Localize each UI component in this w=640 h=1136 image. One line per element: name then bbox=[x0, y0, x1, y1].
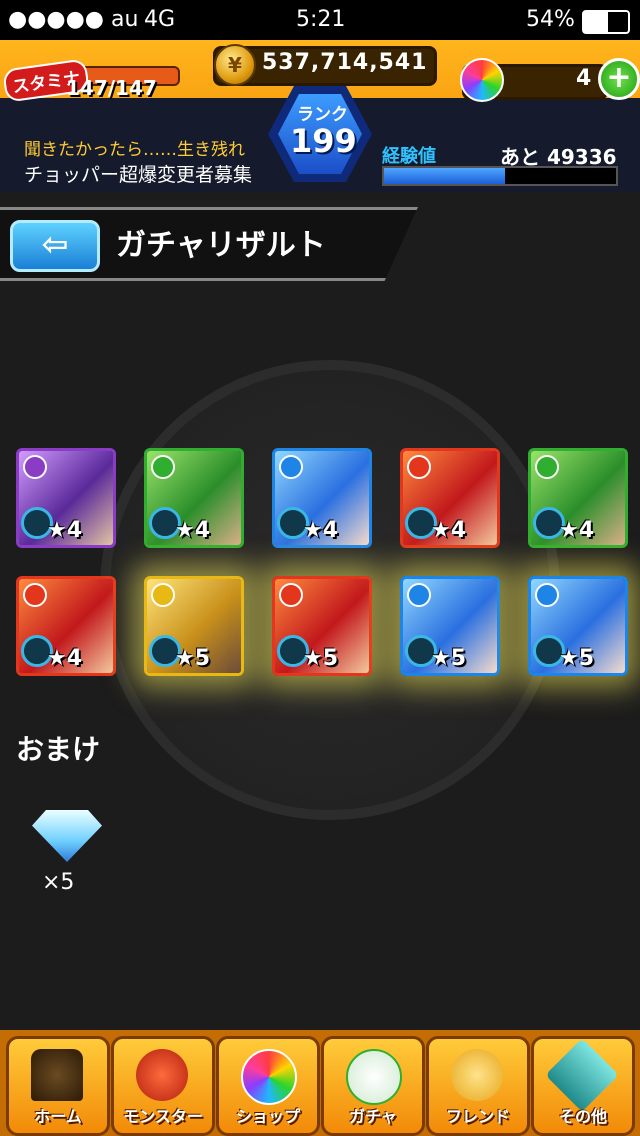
rarity-stars: ★4 bbox=[175, 518, 211, 543]
nav-label: ショップ bbox=[235, 1107, 300, 1126]
monster-card[interactable]: ★5 bbox=[528, 576, 628, 676]
nav-friends-button[interactable]: フレンド bbox=[426, 1036, 530, 1136]
wood-element-icon bbox=[535, 455, 559, 479]
wood-element-icon bbox=[151, 455, 175, 479]
bonus-label: おまけ bbox=[16, 733, 101, 766]
coin-icon: ¥ bbox=[214, 44, 256, 86]
network-label: 4G bbox=[144, 7, 176, 32]
home-gate-icon bbox=[31, 1049, 83, 1101]
battery-percent: 54% bbox=[526, 7, 575, 32]
message-title: 聞きたかったら……生き残れ bbox=[24, 140, 245, 160]
monster-card[interactable]: ★5 bbox=[144, 576, 244, 676]
buy-orbs-button[interactable]: + bbox=[598, 58, 640, 100]
battery-icon bbox=[582, 10, 630, 34]
rarity-stars: ★5 bbox=[431, 646, 467, 671]
fire-element-icon bbox=[23, 583, 47, 607]
orb-icon bbox=[460, 58, 504, 102]
rarity-stars: ★4 bbox=[559, 518, 595, 543]
back-button[interactable]: ⇦ bbox=[10, 220, 100, 272]
monster-card[interactable]: ★4 bbox=[400, 448, 500, 548]
light-element-icon bbox=[151, 583, 175, 607]
monster-card[interactable]: ★4 bbox=[528, 448, 628, 548]
water-element-icon bbox=[279, 455, 303, 479]
monster-card[interactable]: ★5 bbox=[272, 576, 372, 676]
nav-label: ガチャ bbox=[349, 1107, 397, 1126]
monster-card[interactable]: ★4 bbox=[16, 448, 116, 548]
friends-icon bbox=[451, 1049, 503, 1101]
stamina-value: 147/147 bbox=[66, 76, 157, 100]
fire-element-icon bbox=[279, 583, 303, 607]
exp-bar bbox=[382, 166, 618, 186]
page-title: ガチャリザルト bbox=[116, 228, 326, 263]
orb-value: 4 bbox=[576, 66, 592, 91]
coin-value: 537,714,541 bbox=[262, 50, 428, 75]
status-bar: ●●●●● au 4G 5:21 54% bbox=[0, 0, 640, 40]
water-element-icon bbox=[535, 583, 559, 607]
rarity-stars: ★5 bbox=[559, 646, 595, 671]
egg-icon bbox=[346, 1049, 402, 1105]
bonus-quantity: ×5 bbox=[42, 870, 75, 895]
nav-label: モンスター bbox=[123, 1107, 203, 1126]
rank-value: 199 bbox=[290, 122, 357, 160]
nav-orb-button[interactable]: ショップ bbox=[216, 1036, 320, 1136]
monster-card[interactable]: ★4 bbox=[16, 576, 116, 676]
nav-other-button[interactable]: その他 bbox=[531, 1036, 635, 1136]
nav-label: その他 bbox=[558, 1107, 607, 1126]
nav-egg-button[interactable]: ガチャ bbox=[321, 1036, 425, 1136]
nav-monster-button[interactable]: モンスター bbox=[111, 1036, 215, 1136]
rarity-stars: ★4 bbox=[47, 518, 83, 543]
other-icon bbox=[545, 1038, 619, 1112]
rarity-stars: ★4 bbox=[303, 518, 339, 543]
monster-card[interactable]: ★5 bbox=[400, 576, 500, 676]
monster-card[interactable]: ★4 bbox=[272, 448, 372, 548]
water-element-icon bbox=[407, 583, 431, 607]
rarity-stars: ★4 bbox=[47, 646, 83, 671]
rarity-stars: ★4 bbox=[431, 518, 467, 543]
rarity-stars: ★5 bbox=[175, 646, 211, 671]
back-arrow-icon: ⇦ bbox=[41, 225, 69, 263]
rarity-stars: ★5 bbox=[303, 646, 339, 671]
monster-icon bbox=[136, 1049, 188, 1101]
fire-element-icon bbox=[407, 455, 431, 479]
orb-icon bbox=[241, 1049, 297, 1105]
carrier-label: ●●●●● au bbox=[8, 7, 139, 32]
diamond-icon bbox=[32, 810, 102, 862]
exp-label: 経験値 bbox=[382, 146, 436, 167]
nav-label: フレンド bbox=[445, 1107, 510, 1126]
monster-card[interactable]: ★4 bbox=[144, 448, 244, 548]
dark-element-icon bbox=[23, 455, 47, 479]
nav-label: ホーム bbox=[34, 1107, 82, 1126]
nav-home-gate-button[interactable]: ホーム bbox=[6, 1036, 110, 1136]
message-body[interactable]: チョッパー超爆変更者募集 bbox=[24, 160, 252, 187]
clock: 5:21 bbox=[296, 7, 346, 32]
exp-bar-fill bbox=[384, 168, 505, 184]
